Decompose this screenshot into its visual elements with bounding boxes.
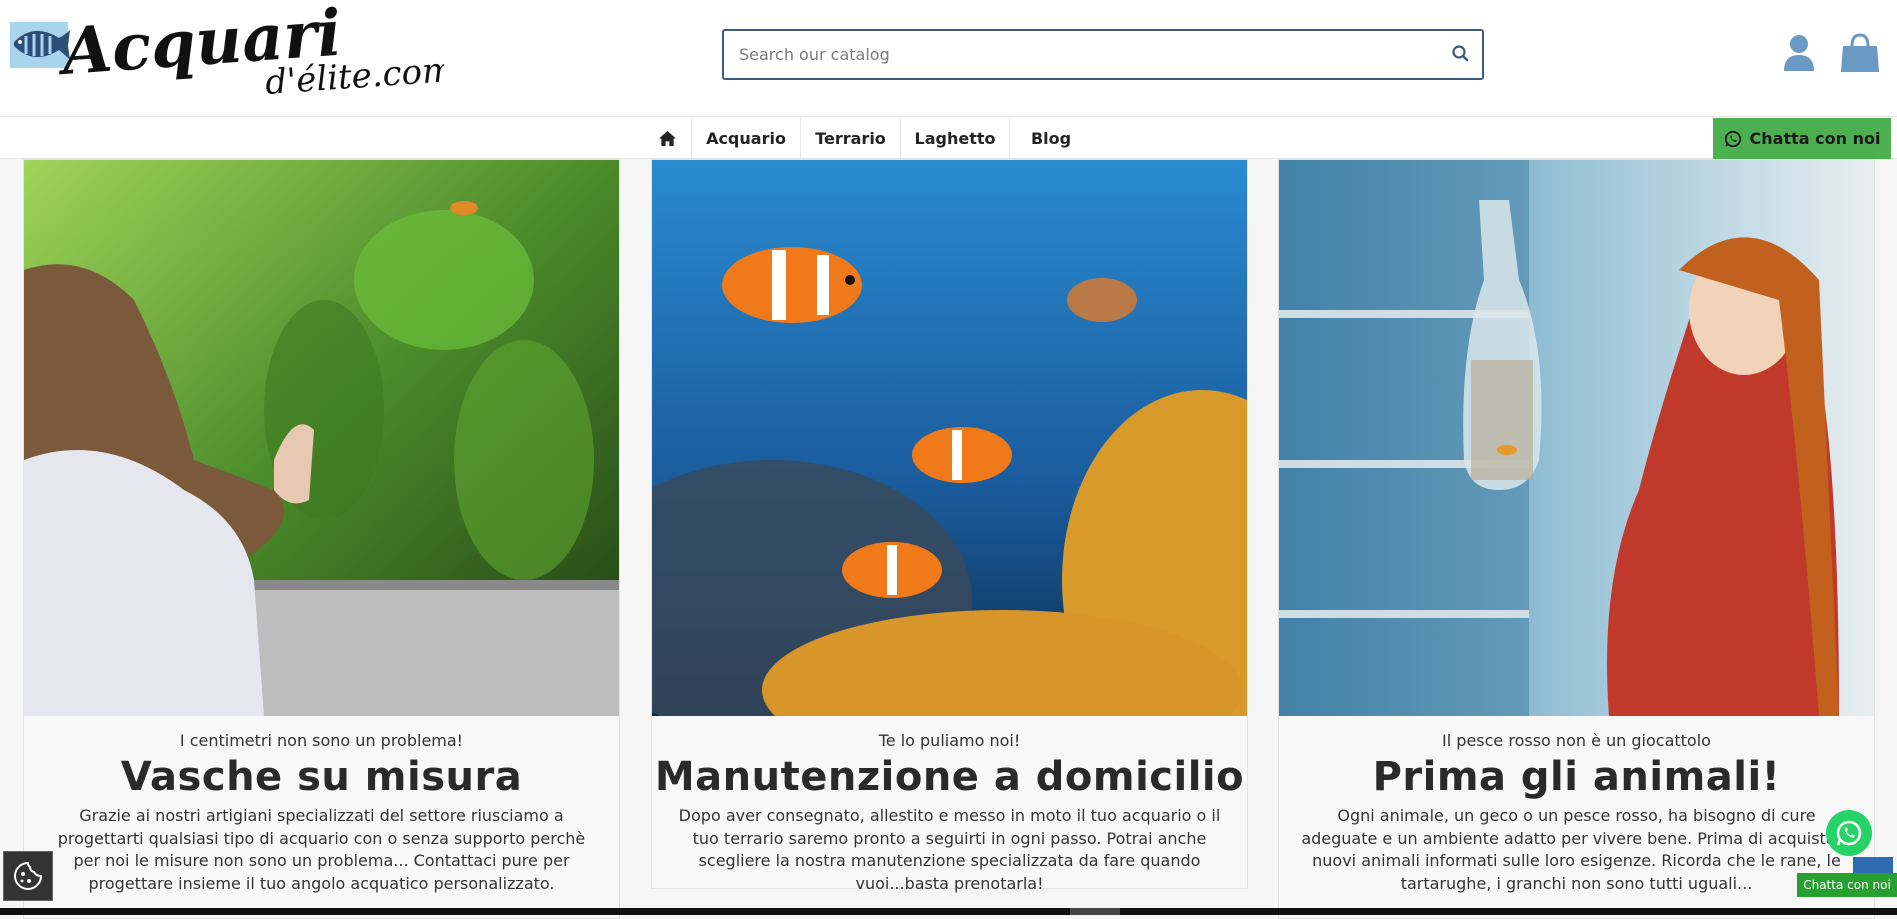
card-title: Vasche su misura bbox=[120, 754, 523, 800]
bottom-bar-marker bbox=[1070, 908, 1120, 915]
card-description: Ogni animale, un geco o un pesce rosso, … bbox=[1301, 806, 1852, 893]
user-account-icon[interactable] bbox=[1782, 33, 1816, 73]
whatsapp-float-button[interactable] bbox=[1826, 810, 1872, 856]
nav-laghetto[interactable]: Laghetto bbox=[901, 117, 1010, 159]
service-card-maintenance[interactable]: Te lo puliamo noi! Manutenzione a domici… bbox=[651, 159, 1248, 893]
header: Acquari d'élite.com bbox=[0, 0, 1897, 117]
card-image-girl-goldfish-bag bbox=[1279, 160, 1874, 716]
chat-button-label: Chatta con noi bbox=[1749, 129, 1881, 148]
card-title: Prima gli animali! bbox=[1372, 754, 1781, 800]
card-image-clownfish bbox=[652, 160, 1247, 716]
nav-blog[interactable]: Blog bbox=[1010, 117, 1092, 159]
home-icon bbox=[659, 130, 676, 146]
card-description: Dopo aver consegnato, allestito e messo … bbox=[678, 806, 1221, 893]
search-bar bbox=[722, 29, 1484, 80]
whatsapp-icon bbox=[1724, 130, 1741, 147]
card-image-girl-aquarium bbox=[24, 160, 619, 716]
whatsapp-icon bbox=[1836, 820, 1862, 846]
card-subtitle: Il pesce rosso non è un giocattolo bbox=[1442, 731, 1711, 750]
card-subtitle: Te lo puliamo noi! bbox=[878, 731, 1021, 750]
cookie-settings-button[interactable] bbox=[3, 851, 53, 901]
chat-mini-label[interactable]: Chatta con noi bbox=[1797, 873, 1897, 897]
chat-with-us-button[interactable]: Chatta con noi bbox=[1713, 118, 1891, 159]
nav-acquario[interactable]: Acquario bbox=[692, 117, 801, 159]
cookie-icon bbox=[14, 861, 43, 890]
card-description: Grazie ai nostri artigiani specializzati… bbox=[57, 806, 586, 893]
main-navigation: Acquario Terrario Laghetto Blog bbox=[0, 117, 1897, 159]
service-card-custom-tanks[interactable]: I centimetri non sono un problema! Vasch… bbox=[23, 159, 620, 919]
card-title: Manutenzione a domicilio bbox=[654, 754, 1245, 800]
bottom-bar bbox=[0, 908, 1897, 915]
nav-home[interactable] bbox=[644, 117, 692, 159]
search-input[interactable] bbox=[724, 31, 1424, 78]
search-button[interactable] bbox=[1450, 43, 1472, 65]
nav-terrario[interactable]: Terrario bbox=[801, 117, 901, 159]
search-icon bbox=[1452, 45, 1469, 62]
card-subtitle: I centimetri non sono un problema! bbox=[179, 731, 464, 750]
site-logo[interactable]: Acquari d'élite.com bbox=[4, 0, 455, 103]
service-card-animals-first[interactable]: Il pesce rosso non è un giocattolo Prima… bbox=[1278, 159, 1875, 919]
shopping-bag-icon[interactable] bbox=[1840, 32, 1880, 74]
